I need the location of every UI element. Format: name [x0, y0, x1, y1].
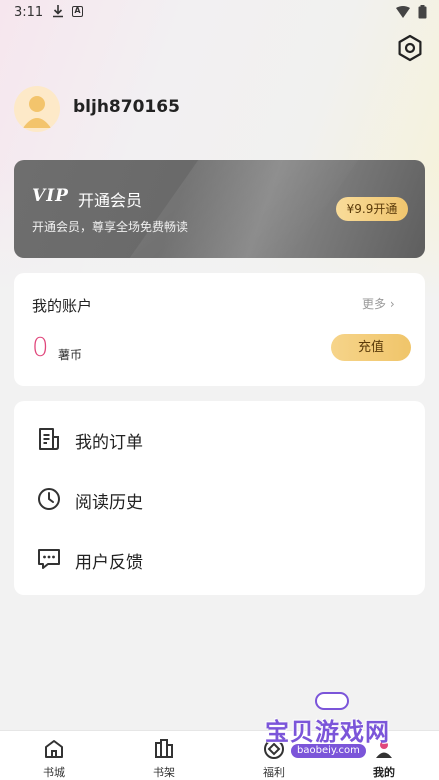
account-card: 我的账户 更多 › 0 薯币 充值: [14, 273, 425, 386]
home-icon: [43, 738, 65, 760]
wifi-icon: [396, 6, 410, 18]
status-bar: 3:11 A: [0, 0, 439, 26]
bookshelf-icon: [153, 738, 175, 760]
coin-unit: 薯币: [58, 348, 83, 362]
menu-card: 我的订单 阅读历史 用户反馈: [14, 401, 425, 595]
vip-card-decoration: [129, 160, 359, 258]
watermark-url: baobeiy.com: [291, 744, 366, 758]
nav-item-bookshelf[interactable]: 书架: [134, 731, 194, 780]
nav-label: 书城: [43, 766, 65, 779]
menu-item-label: 我的订单: [75, 433, 143, 453]
vip-logo: VIP: [32, 186, 69, 206]
recharge-button[interactable]: 充值: [331, 334, 411, 361]
vip-open-button[interactable]: ¥9.9开通: [336, 197, 408, 221]
feedback-chat-icon: [36, 546, 62, 572]
account-more-link[interactable]: 更多 ›: [362, 295, 395, 312]
coin-balance: 0: [32, 333, 49, 363]
status-right-icons: [396, 5, 427, 19]
vip-card[interactable]: VIP 开通会员 开通会员，尊享全场免费畅读 ¥9.9开通: [14, 160, 425, 258]
nav-label: 书架: [153, 766, 175, 779]
vip-title: 开通会员: [78, 191, 143, 210]
clock-history-icon: [36, 486, 62, 512]
username[interactable]: bljh870165: [73, 97, 180, 117]
menu-item-feedback[interactable]: 用户反馈: [14, 531, 425, 587]
order-document-icon: [36, 426, 62, 452]
avatar[interactable]: [14, 86, 60, 132]
a-notification-icon: A: [72, 6, 83, 17]
menu-item-history[interactable]: 阅读历史: [14, 471, 425, 527]
download-icon: [52, 4, 64, 21]
gamepad-icon: [315, 692, 349, 710]
settings-hexagon-icon[interactable]: [396, 34, 424, 62]
menu-item-orders[interactable]: 我的订单: [14, 411, 425, 467]
battery-icon: [418, 5, 427, 19]
default-avatar-icon: [23, 96, 51, 128]
menu-item-label: 阅读历史: [75, 493, 143, 513]
menu-item-label: 用户反馈: [75, 553, 143, 573]
nav-item-bookstore[interactable]: 书城: [24, 731, 84, 780]
watermark-title: 宝贝游戏网: [265, 718, 390, 746]
status-time: 3:11: [14, 5, 44, 20]
vip-description: 开通会员，尊享全场免费畅读: [32, 220, 189, 234]
account-title: 我的账户: [32, 297, 93, 315]
watermark: 宝贝游戏网 baobeiy.com: [265, 690, 415, 770]
